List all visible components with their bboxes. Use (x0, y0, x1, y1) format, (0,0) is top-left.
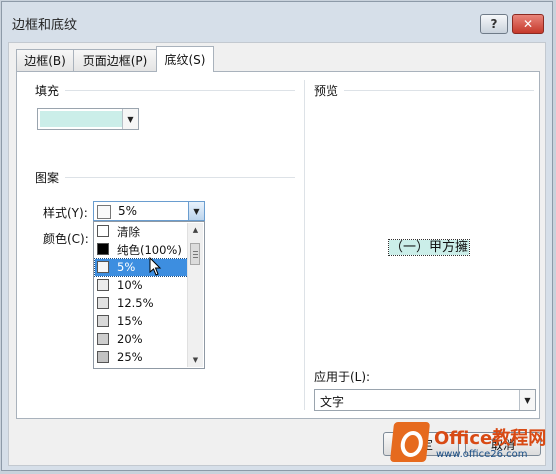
scroll-thumb[interactable] (190, 243, 200, 265)
dropdown-scrollbar[interactable]: ▲ ▼ (187, 223, 203, 367)
list-item[interactable]: 15% (95, 313, 188, 330)
dialog-body: 边框(B) 页面边框(P) 底纹(S) 填充 ▼ 图案 样式(Y): 5% ▼ … (8, 42, 546, 466)
preview-divider (344, 90, 534, 91)
close-button[interactable]: ✕ (512, 14, 544, 34)
close-icon: ✕ (522, 17, 534, 31)
fill-divider (65, 90, 295, 91)
list-item-selected[interactable]: 5% (94, 258, 189, 277)
style-swatch (97, 205, 111, 219)
pattern-swatch (97, 297, 109, 309)
list-item[interactable]: 25% (95, 349, 188, 366)
fill-color-swatch (40, 111, 122, 127)
pattern-divider (65, 177, 295, 178)
pattern-swatch (97, 243, 109, 255)
list-item[interactable]: 清除 (95, 223, 188, 240)
watermark: Office教程网 www.office26.com (386, 418, 552, 470)
pattern-style-select[interactable]: 5% ▼ (93, 201, 205, 221)
pattern-swatch (97, 261, 109, 273)
preview-section-label: 预览 (314, 84, 339, 98)
tab-borders[interactable]: 边框(B) (16, 49, 74, 71)
style-label: 样式(Y): (43, 206, 88, 220)
watermark-title: Office教程网 (434, 428, 547, 449)
list-item[interactable]: 10% (95, 277, 188, 294)
tab-page-border[interactable]: 页面边框(P) (73, 49, 157, 71)
help-icon: ? (490, 17, 498, 31)
list-item[interactable]: 纯色(100%) (95, 241, 188, 258)
borders-and-shading-dialog: 边框和底纹 ? ✕ 边框(B) 页面边框(P) 底纹(S) 填充 ▼ 图案 样式… (1, 1, 553, 471)
pattern-swatch (97, 225, 109, 237)
shading-panel: 填充 ▼ 图案 样式(Y): 5% ▼ 颜色(C): 清除 纯色(100%) 5… (16, 71, 540, 419)
scroll-up-icon[interactable]: ▲ (188, 223, 203, 237)
style-value: 5% (118, 204, 138, 218)
pattern-swatch (97, 351, 109, 363)
chevron-down-icon[interactable]: ▼ (188, 202, 204, 220)
fill-color-picker[interactable]: ▼ (37, 108, 139, 130)
title-bar: 边框和底纹 ? ✕ (2, 2, 552, 40)
pattern-swatch (97, 333, 109, 345)
tab-shading[interactable]: 底纹(S) (156, 46, 214, 72)
pattern-section-label: 图案 (35, 171, 60, 185)
chevron-down-icon[interactable]: ▼ (519, 390, 535, 410)
pattern-swatch (97, 279, 109, 291)
color-label: 颜色(C): (43, 232, 89, 246)
scroll-down-icon[interactable]: ▼ (188, 353, 203, 367)
preview-sample-text: （一）甲方擁 (387, 239, 471, 256)
list-item[interactable]: 20% (95, 331, 188, 348)
watermark-url: www.office26.com (436, 449, 528, 460)
fill-section-label: 填充 (35, 84, 60, 98)
apply-to-label: 应用于(L): (314, 370, 371, 384)
mouse-pointer-icon (149, 257, 162, 276)
apply-to-value: 文字 (320, 395, 345, 409)
dialog-title: 边框和底纹 (12, 18, 78, 33)
office-logo-icon (389, 422, 431, 462)
help-button[interactable]: ? (480, 14, 508, 34)
apply-to-select[interactable]: 文字 ▼ (314, 389, 536, 411)
pattern-style-dropdown[interactable]: 清除 纯色(100%) 5% 10% 12.5% 15% 20% 25% ▲ ▼ (93, 221, 205, 369)
pattern-swatch (97, 315, 109, 327)
column-divider (304, 80, 305, 410)
chevron-down-icon[interactable]: ▼ (122, 109, 138, 129)
list-item[interactable]: 12.5% (95, 295, 188, 312)
